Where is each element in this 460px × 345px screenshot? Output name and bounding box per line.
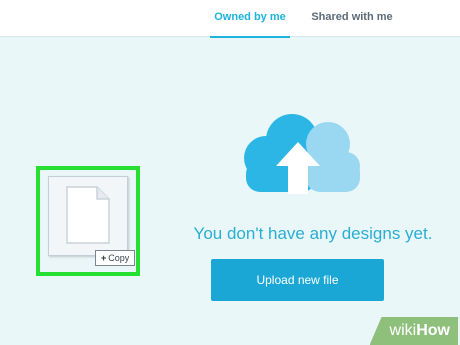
wikihow-watermark: wikiHow <box>369 317 458 345</box>
dragged-file-preview[interactable] <box>48 176 128 256</box>
document-icon <box>66 186 110 244</box>
cloud-upload-icon <box>244 114 360 194</box>
plus-icon: + <box>101 253 107 263</box>
upload-new-file-button[interactable]: Upload new file <box>211 259 384 301</box>
tab-owned-by-me[interactable]: Owned by me <box>210 0 290 38</box>
top-tab-bar: Owned by me Shared with me <box>0 0 460 38</box>
copy-cursor-badge: + Copy <box>95 250 136 266</box>
tab-shared-with-me[interactable]: Shared with me <box>302 0 402 36</box>
drag-highlight-box: + Copy <box>36 166 140 276</box>
copy-label: Copy <box>108 253 130 263</box>
empty-state-message: You don't have any designs yet. <box>193 224 433 243</box>
